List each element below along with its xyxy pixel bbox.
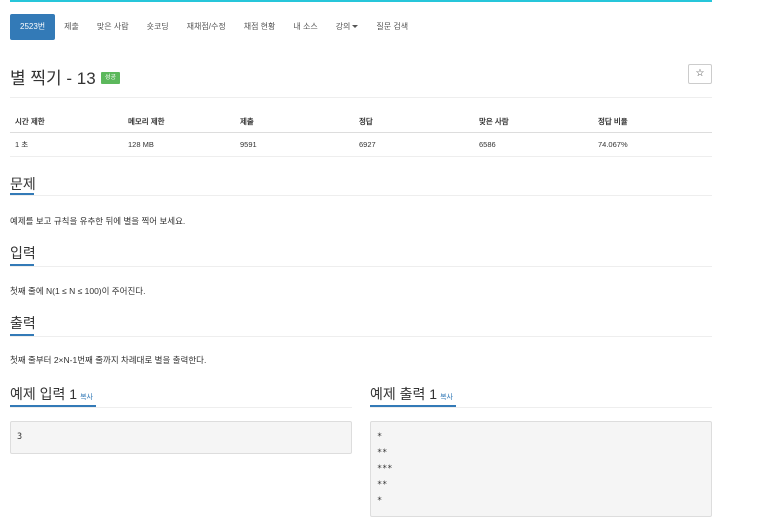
copy-output-link[interactable]: 복사 [440, 394, 453, 401]
favorite-button[interactable]: ☆ [688, 64, 712, 84]
section-input-divider [10, 266, 712, 267]
sample-input-divider [10, 407, 352, 408]
sample-output-divider [370, 407, 712, 408]
status-badge: 성공 [101, 72, 121, 84]
header-memory-limit: 메모리 제한 [123, 112, 235, 133]
value-time-limit: 1 초 [10, 132, 123, 157]
tab-judge-status[interactable]: 채점 현황 [235, 14, 285, 40]
tab-lectures-label: 강의 [335, 22, 351, 31]
section-input-text: 첫째 줄에 N(1 ≤ N ≤ 100)이 주어진다. [10, 286, 146, 296]
sample-input-box: 3 [10, 421, 352, 454]
tab-question-search[interactable]: 질문 검색 [367, 14, 417, 40]
value-solvers: 6586 [474, 132, 593, 157]
tab-accepted-users[interactable]: 맞은 사람 [88, 14, 138, 40]
header-time-limit: 시간 제한 [10, 112, 123, 133]
value-accepted: 6927 [354, 132, 474, 157]
value-memory-limit: 128 MB [123, 132, 235, 157]
value-submissions: 9591 [235, 132, 354, 157]
problem-nav-tabs: 2523번 제출 맞은 사람 숏코딩 재채점/수정 채점 현황 내 소스 강의 … [10, 14, 417, 40]
top-accent-line [10, 0, 712, 2]
section-input-title: 입력 [10, 245, 36, 261]
section-problem-text: 예제를 보고 규칙을 유추한 뒤에 별을 찍어 보세요. [10, 216, 186, 226]
copy-input-link[interactable]: 복사 [80, 394, 93, 401]
sample-output-label: 예제 출력 1 [370, 386, 438, 402]
caret-down-icon [352, 25, 359, 29]
table-row: 1 초 128 MB 9591 6927 6586 74.067% [10, 132, 712, 157]
page-title: 별 찍기 - 13 [10, 69, 96, 88]
table-header-row: 시간 제한 메모리 제한 제출 정답 맞은 사람 정답 비율 [10, 112, 712, 133]
header-solvers: 맞은 사람 [474, 112, 593, 133]
section-output-text: 첫째 줄부터 2×N-1번째 줄까지 차례대로 별을 출력한다. [10, 355, 207, 365]
tab-my-source[interactable]: 내 소스 [284, 14, 326, 40]
sample-input-label: 예제 입력 1 [10, 386, 78, 402]
header-accepted: 정답 [354, 112, 474, 133]
tab-short-coding[interactable]: 숏코딩 [138, 14, 178, 40]
problem-title-row: 별 찍기 - 13 성공 ☆ [10, 64, 712, 92]
sample-input-title: 예제 입력 1 복사 [10, 384, 93, 404]
tab-submit[interactable]: 제출 [55, 14, 88, 40]
section-output-title: 출력 [10, 315, 36, 331]
sample-output-box: * ** *** ** * [370, 421, 712, 517]
star-icon: ☆ [695, 68, 705, 79]
tab-lectures-dropdown[interactable]: 강의 [327, 14, 368, 40]
problem-info-table: 시간 제한 메모리 제한 제출 정답 맞은 사람 정답 비율 1 초 128 M… [10, 112, 712, 157]
title-divider [10, 97, 712, 98]
section-output-divider [10, 336, 712, 337]
header-accept-ratio: 정답 비율 [593, 112, 712, 133]
value-accept-ratio: 74.067% [593, 132, 712, 157]
section-problem-title: 문제 [10, 176, 36, 192]
tab-rejudge-edit[interactable]: 재채점/수정 [178, 14, 235, 40]
header-submissions: 제출 [235, 112, 354, 133]
sample-output-title: 예제 출력 1 복사 [370, 384, 453, 404]
section-problem-divider [10, 195, 712, 196]
tab-problem-number[interactable]: 2523번 [10, 14, 56, 40]
